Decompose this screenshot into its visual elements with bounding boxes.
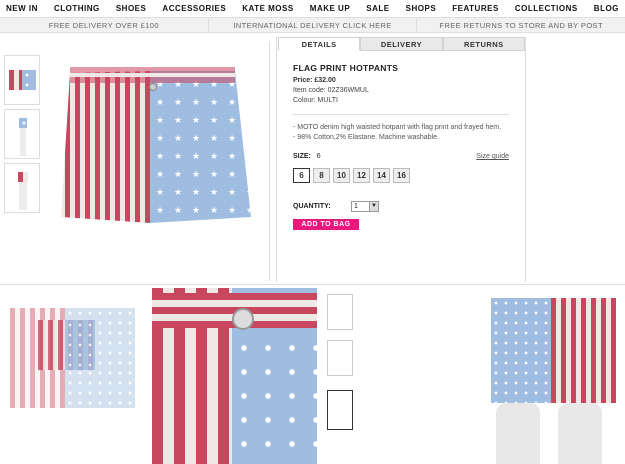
gallery-image-back[interactable] [486, 288, 621, 464]
size-options: 6 8 10 12 14 16 [293, 168, 509, 183]
nav-new-in[interactable]: NEW IN [6, 4, 38, 13]
size-guide-link[interactable]: Size guide [476, 153, 509, 160]
promo-international-delivery[interactable]: INTERNATIONAL DELIVERY CLICK HERE [209, 18, 418, 32]
nav-shoes[interactable]: SHOES [116, 4, 147, 13]
top-navigation: NEW IN CLOTHING SHOES ACCESSORIES KATE M… [0, 0, 625, 18]
product-section: ★ DETAILS DELIVERY RETURNS FLAG PRINT HO… [0, 33, 625, 285]
size-option-6[interactable]: 6 [293, 168, 310, 183]
product-item-code: Item code: 02Z36WMUL [293, 87, 369, 94]
size-option-8[interactable]: 8 [313, 168, 330, 183]
size-option-12[interactable]: 12 [353, 168, 370, 183]
size-label: SIZE: [293, 153, 311, 160]
product-details-panel: DETAILS DELIVERY RETURNS FLAG PRINT HOTP… [276, 37, 526, 282]
gallery-image-closeup[interactable] [152, 288, 317, 464]
size-option-16[interactable]: 16 [393, 168, 410, 183]
nav-clothing[interactable]: CLOTHING [54, 4, 100, 13]
promo-bar: FREE DELIVERY OVER £100 INTERNATIONAL DE… [0, 18, 625, 33]
divider [293, 114, 509, 115]
thumbnail-model-side[interactable] [4, 109, 40, 159]
chevron-down-icon[interactable]: ▼ [369, 202, 378, 211]
nav-collections[interactable]: COLLECTIONS [515, 4, 578, 13]
tab-returns[interactable]: RETURNS [442, 37, 525, 51]
quantity-select[interactable]: 1 ▼ [351, 201, 379, 212]
product-colour: Colour: MULTI [293, 97, 338, 104]
thumbnail-front[interactable] [4, 55, 40, 105]
hotpants-image: ★ [61, 67, 251, 223]
gallery-thumb-1[interactable] [327, 294, 353, 330]
nav-blog[interactable]: BLOG [594, 4, 619, 13]
promo-free-returns[interactable]: FREE RETURNS TO STORE AND BY POST [417, 18, 625, 32]
nav-sale[interactable]: SALE [366, 4, 389, 13]
add-to-bag-button[interactable]: ADD TO BAG [293, 219, 359, 230]
size-row: SIZE: 6 Size guide [293, 153, 509, 160]
nav-make-up[interactable]: MAKE UP [310, 4, 350, 13]
quantity-row: QUANTITY: 1 ▼ [293, 201, 509, 212]
tab-delivery[interactable]: DELIVERY [360, 37, 443, 51]
size-selected-value: 6 [316, 153, 321, 160]
nav-shops[interactable]: SHOPS [406, 4, 437, 13]
image-gallery [0, 288, 625, 464]
detail-tabs: DETAILS DELIVERY RETURNS [278, 37, 525, 51]
quantity-value: 1 [354, 203, 358, 210]
tab-details[interactable]: DETAILS [278, 37, 361, 51]
product-title: FLAG PRINT HOTPANTS [293, 63, 399, 73]
quantity-label: QUANTITY: [293, 203, 331, 210]
nav-accessories[interactable]: ACCESSORIES [162, 4, 226, 13]
thumbnail-model-back[interactable] [4, 163, 40, 213]
description-line-1: - MOTO denim high waisted hotpant with f… [293, 124, 502, 131]
promo-free-delivery[interactable]: FREE DELIVERY OVER £100 [0, 18, 209, 32]
gallery-image-faded[interactable] [0, 288, 150, 464]
gallery-thumbnails [325, 294, 355, 444]
gallery-thumb-3[interactable] [327, 390, 353, 430]
size-option-14[interactable]: 14 [373, 168, 390, 183]
main-product-image[interactable]: ★ [45, 41, 270, 281]
thumbnail-strip [4, 55, 42, 217]
product-price: Price: £32.00 [293, 77, 336, 84]
product-description: - MOTO denim high waisted hotpant with f… [293, 123, 509, 143]
nav-kate-moss[interactable]: KATE MOSS [242, 4, 293, 13]
gallery-thumb-2[interactable] [327, 340, 353, 376]
nav-features[interactable]: FEATURES [452, 4, 499, 13]
size-option-10[interactable]: 10 [333, 168, 350, 183]
description-line-2: - 98% Cotton,2% Elastane. Machine washab… [293, 134, 439, 141]
